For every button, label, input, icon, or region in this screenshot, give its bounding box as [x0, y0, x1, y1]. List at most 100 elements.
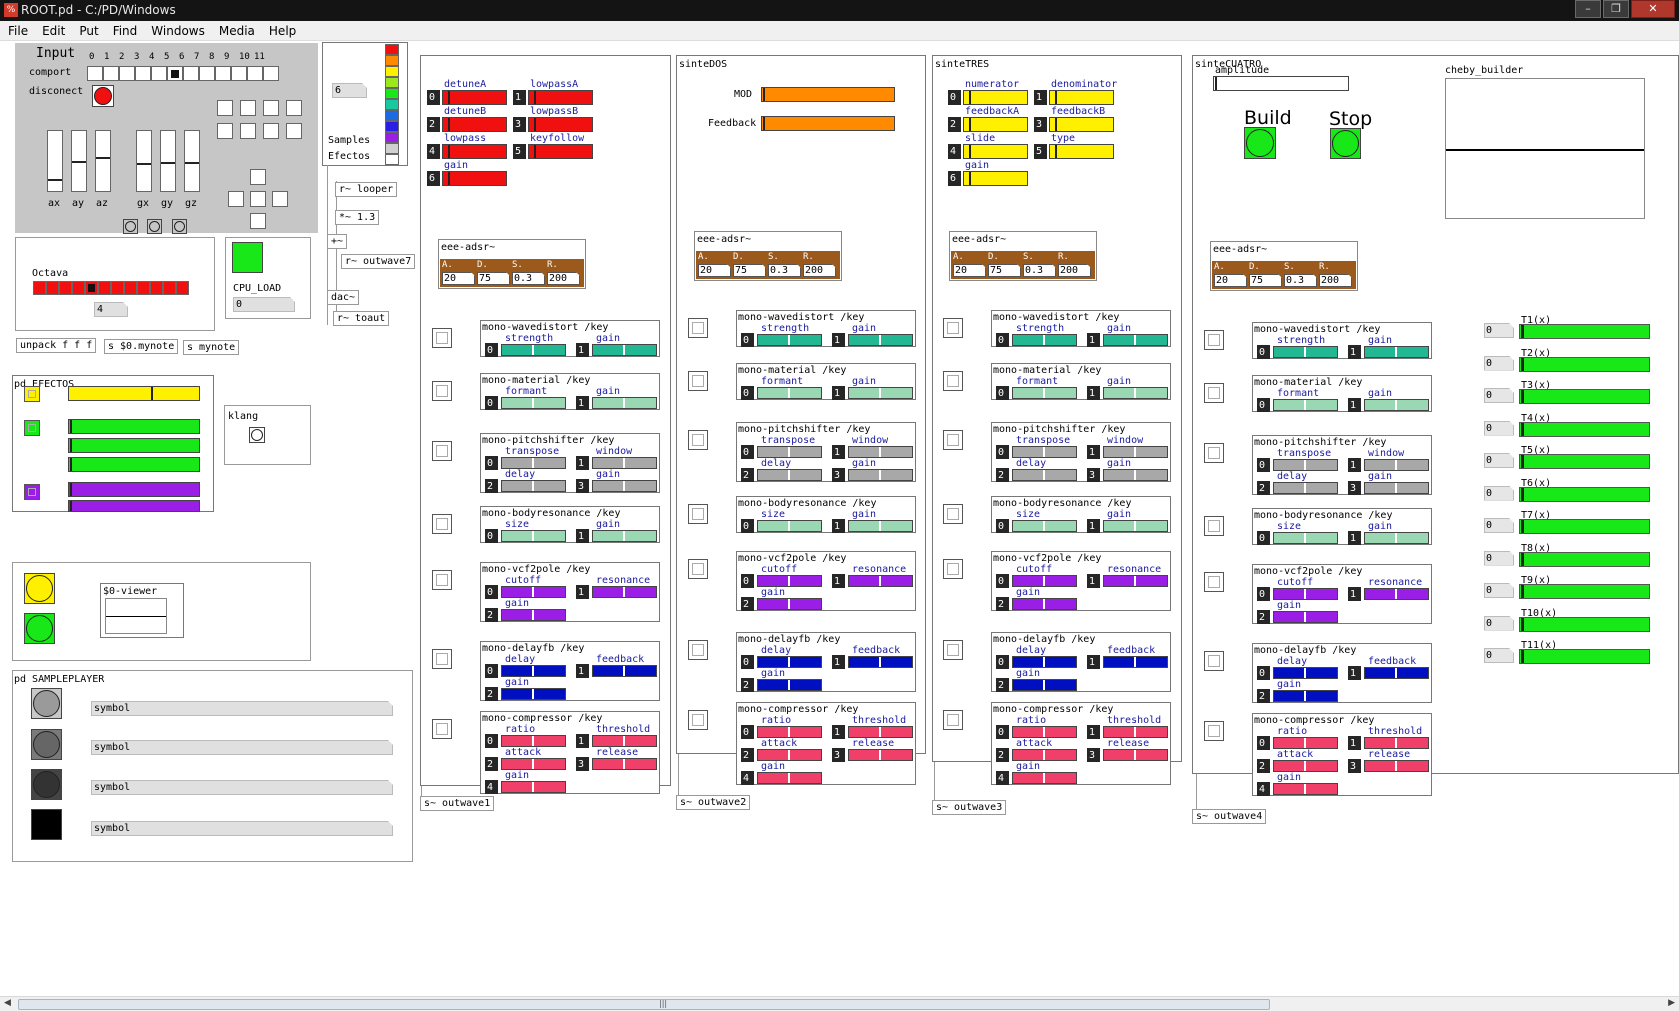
fx-param-number[interactable]: 0: [741, 574, 754, 588]
grid-button[interactable]: [263, 100, 279, 116]
fx-param-number[interactable]: 2: [996, 678, 1009, 692]
fx-param-slider[interactable]: [1273, 783, 1338, 795]
fx-enable-toggle[interactable]: [943, 640, 963, 660]
fx-param-slider[interactable]: [592, 735, 657, 747]
fx-param-slider[interactable]: [1364, 760, 1429, 772]
dac-object[interactable]: dac~: [327, 290, 360, 305]
fx-param-number[interactable]: 2: [485, 687, 498, 701]
cheby-term-slider[interactable]: [1519, 389, 1650, 404]
cheby-graph[interactable]: [1445, 78, 1645, 219]
fx-param-slider[interactable]: [1364, 737, 1429, 749]
param-slider[interactable]: [963, 117, 1028, 132]
scroll-thumb[interactable]: |||: [18, 999, 1270, 1010]
fx-param-number[interactable]: 1: [576, 664, 589, 678]
fx-param-number[interactable]: 4: [485, 780, 498, 794]
fx-param-slider[interactable]: [1273, 611, 1338, 623]
fx-param-number[interactable]: 3: [1348, 759, 1361, 773]
menu-help[interactable]: Help: [269, 24, 296, 38]
fx-enable-toggle[interactable]: [1204, 330, 1224, 350]
comport-cell[interactable]: [167, 66, 183, 81]
color-radio-cell[interactable]: [385, 66, 399, 77]
fx-param-slider[interactable]: [1012, 679, 1077, 691]
fx-param-slider[interactable]: [501, 735, 566, 747]
disconnect-bang[interactable]: [92, 85, 114, 107]
param-slider[interactable]: [528, 117, 593, 132]
minimize-button[interactable]: –: [1575, 0, 1601, 18]
fx-param-slider[interactable]: [1103, 749, 1168, 761]
cheby-term-value[interactable]: 0: [1484, 648, 1514, 663]
adsr-value[interactable]: 200: [1319, 274, 1352, 287]
octava-cell[interactable]: [137, 281, 150, 295]
fx-param-slider[interactable]: [501, 397, 566, 409]
fx-enable-toggle[interactable]: [688, 430, 708, 450]
fx-param-number[interactable]: 0: [996, 725, 1009, 739]
fx-param-slider[interactable]: [1103, 520, 1168, 532]
fx-param-slider[interactable]: [1273, 588, 1338, 600]
fx-param-number[interactable]: 2: [741, 678, 754, 692]
fx-param-slider[interactable]: [1273, 399, 1338, 411]
samples-number[interactable]: 6: [332, 83, 367, 98]
cheby-term-value[interactable]: 0: [1484, 356, 1514, 371]
fx-param-slider[interactable]: [1103, 726, 1168, 738]
fx-param-number[interactable]: 0: [741, 386, 754, 400]
param-number[interactable]: 4: [427, 144, 440, 159]
dpad-button[interactable]: [250, 191, 266, 207]
amplitude-slider[interactable]: [1213, 76, 1349, 91]
mod-slider[interactable]: [761, 87, 895, 102]
param-slider[interactable]: [963, 171, 1028, 186]
octava-cell[interactable]: [46, 281, 59, 295]
fx-enable-toggle[interactable]: [943, 318, 963, 338]
param-number[interactable]: 3: [513, 117, 526, 132]
horizontal-scrollbar[interactable]: ◀ ||| ▶: [0, 996, 1679, 1011]
fx-param-slider[interactable]: [501, 586, 566, 598]
param-number[interactable]: 6: [427, 171, 440, 186]
fx-param-slider[interactable]: [757, 679, 822, 691]
fx-param-slider[interactable]: [848, 575, 913, 587]
adsr-value[interactable]: 200: [803, 264, 836, 277]
cheby-term-value[interactable]: 0: [1484, 583, 1514, 598]
menu-windows[interactable]: Windows: [151, 24, 205, 38]
fx-param-slider[interactable]: [757, 598, 822, 610]
fx-param-slider[interactable]: [501, 344, 566, 356]
param-number[interactable]: 2: [948, 117, 961, 132]
cheby-term-slider[interactable]: [1519, 584, 1650, 599]
grid-button[interactable]: [240, 100, 256, 116]
fx-param-number[interactable]: 2: [1257, 610, 1270, 624]
fx-param-slider[interactable]: [501, 688, 566, 700]
param-slider[interactable]: [442, 171, 507, 186]
fx-param-slider[interactable]: [1012, 749, 1077, 761]
fx-param-number[interactable]: 0: [996, 519, 1009, 533]
comport-cell[interactable]: [263, 66, 279, 81]
adsr-value[interactable]: 20: [698, 264, 731, 277]
fx-param-slider[interactable]: [757, 772, 822, 784]
fx-param-slider[interactable]: [1273, 482, 1338, 494]
fx-param-number[interactable]: 1: [1087, 655, 1100, 669]
grid-button[interactable]: [217, 100, 233, 116]
fx-param-number[interactable]: 3: [576, 757, 589, 771]
fx-param-number[interactable]: 1: [576, 529, 589, 543]
sample-bang-4[interactable]: [31, 809, 62, 840]
looper-receive[interactable]: r~ looper: [335, 182, 398, 197]
comport-cell[interactable]: [103, 66, 119, 81]
fx-param-number[interactable]: 1: [1348, 398, 1361, 412]
fx-param-slider[interactable]: [1012, 726, 1077, 738]
outwave3-send[interactable]: s~ outwave3: [932, 800, 1007, 815]
fx-param-slider[interactable]: [757, 726, 822, 738]
fx-param-slider[interactable]: [757, 575, 822, 587]
fx-param-slider[interactable]: [848, 446, 913, 458]
fx-param-slider[interactable]: [1103, 334, 1168, 346]
fx-param-number[interactable]: 1: [576, 343, 589, 357]
sample-bang-3[interactable]: [31, 769, 62, 800]
fx-param-slider[interactable]: [1364, 667, 1429, 679]
build-bang[interactable]: [1244, 127, 1276, 159]
fx-param-number[interactable]: 4: [996, 771, 1009, 785]
dpad-button[interactable]: [250, 169, 266, 185]
fx-enable-toggle[interactable]: [432, 570, 452, 590]
fx-param-slider[interactable]: [757, 446, 822, 458]
adsr-value[interactable]: 20: [1214, 274, 1247, 287]
grid-button[interactable]: [286, 100, 302, 116]
param-number[interactable]: 5: [513, 144, 526, 159]
fx-param-number[interactable]: 0: [741, 445, 754, 459]
fx-param-slider[interactable]: [757, 520, 822, 532]
fx-param-number[interactable]: 0: [485, 585, 498, 599]
